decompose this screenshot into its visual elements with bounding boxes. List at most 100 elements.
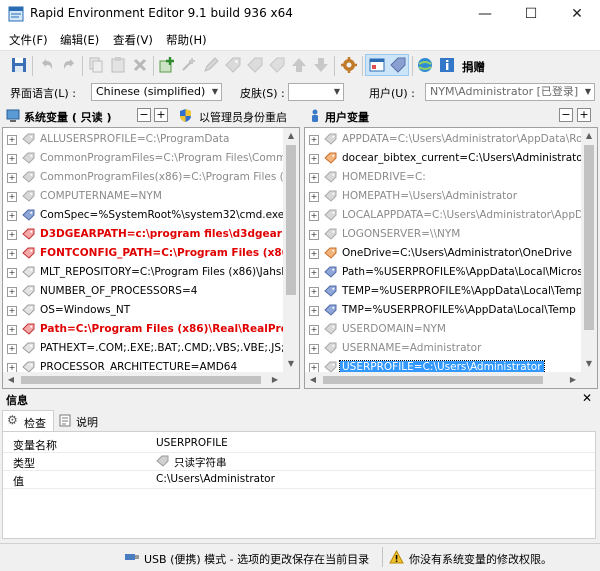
save-icon[interactable] [10, 56, 28, 74]
expand-icon[interactable]: + [7, 287, 17, 297]
expand-icon[interactable]: + [309, 135, 319, 145]
collapse-all-button[interactable]: − [559, 108, 573, 122]
horizontal-scrollbar[interactable]: ◀ ▶ [305, 372, 581, 388]
list-item[interactable]: + USERNAME=Administrator [305, 339, 581, 358]
expand-icon[interactable]: + [7, 306, 17, 316]
horizontal-scrollbar[interactable]: ◀ ▶ [3, 372, 283, 388]
close-button[interactable]: ✕ [554, 0, 600, 28]
tag-icon [22, 342, 35, 354]
expand-icon[interactable]: + [309, 325, 319, 335]
skin-select[interactable]: ▼ [288, 83, 344, 101]
add-value-icon[interactable] [180, 56, 198, 74]
delete-icon[interactable] [131, 56, 149, 74]
list-item[interactable]: + CommonProgramFiles=C:\Program Files\Com… [3, 149, 299, 168]
list-item[interactable]: + COMPUTERNAME=NYM [3, 187, 283, 206]
expand-icon[interactable]: + [7, 230, 17, 240]
expand-icon[interactable]: + [7, 344, 17, 354]
list-item[interactable]: + ALLUSERSPROFILE=C:\ProgramData [3, 130, 283, 149]
add-variable-icon[interactable] [158, 56, 176, 74]
redo-icon[interactable] [60, 56, 78, 74]
variable-text: HOMEPATH=\Users\Administrator [342, 190, 518, 202]
list-item[interactable]: + Path=%USERPROFILE%\AppData\Local\Micros… [305, 263, 597, 282]
list-item[interactable]: + ComSpec=%SystemRoot%\system32\cmd.exe [3, 206, 284, 225]
expand-icon[interactable]: + [7, 325, 17, 335]
menu-view[interactable]: 查看(V) [113, 32, 153, 48]
vertical-scrollbar[interactable]: ▲ ▼ [581, 128, 597, 388]
list-item[interactable]: + TEMP=%USERPROFILE%\AppData\Local\Temp [305, 282, 582, 301]
expand-icon[interactable]: + [7, 249, 17, 259]
tag-icon[interactable] [224, 56, 242, 74]
list-item[interactable]: + TMP=%USERPROFILE%\AppData\Local\Temp [305, 301, 581, 320]
list-item[interactable]: + OneDrive=C:\Users\Administrator\OneDriv… [305, 244, 581, 263]
list-item[interactable]: + NUMBER_OF_PROCESSORS=4 [3, 282, 283, 301]
move-down-icon[interactable] [312, 56, 330, 74]
expand-icon[interactable]: + [309, 249, 319, 259]
user-select[interactable]: NYM\Administrator [已登录] ▼ [425, 83, 595, 101]
paste-icon[interactable] [109, 56, 127, 74]
collapse-all-button[interactable]: − [137, 108, 151, 122]
list-item[interactable]: + D3DGEARPATH=c:\program files\d3dgear [3, 225, 283, 244]
expand-icon[interactable]: + [7, 173, 17, 183]
close-icon[interactable]: ✕ [582, 391, 592, 405]
maximize-button[interactable]: ☐ [508, 0, 554, 28]
tag-remove-icon[interactable] [268, 56, 286, 74]
menu-edit[interactable]: 编辑(E) [60, 32, 99, 48]
expand-icon[interactable]: + [309, 268, 319, 278]
expand-all-button[interactable]: + [154, 108, 168, 122]
scroll-thumb[interactable] [323, 376, 543, 384]
undo-icon[interactable] [38, 56, 56, 74]
expand-icon[interactable]: + [309, 154, 319, 164]
expand-icon[interactable]: + [7, 211, 17, 221]
system-variables-list[interactable]: + ALLUSERSPROFILE=C:\ProgramData + CommonPr… [2, 127, 300, 389]
expand-icon[interactable]: + [309, 344, 319, 354]
scroll-thumb[interactable] [286, 145, 296, 295]
tab-description[interactable]: 说明 [57, 412, 105, 430]
variable-text: PATHEXT=.COM;.EXE;.BAT;.CMD;.VBS;.VBE;.J… [40, 342, 300, 354]
expand-icon[interactable]: + [309, 306, 319, 316]
restart-as-admin-button[interactable]: 以管理员身份重启 [199, 109, 287, 125]
web-check-icon[interactable] [416, 56, 434, 74]
expand-icon[interactable]: + [7, 154, 17, 164]
window-view-icon[interactable] [368, 56, 386, 74]
list-item[interactable]: + FONTCONFIG_PATH=C:\Program Files (x86)\ [3, 244, 298, 263]
list-item[interactable]: + HOMEPATH=\Users\Administrator [305, 187, 581, 206]
language-select[interactable]: Chinese (simplified) ▼ [91, 83, 222, 101]
edit-icon[interactable] [202, 56, 220, 74]
list-item[interactable]: + USERDOMAIN=NYM [305, 320, 581, 339]
list-item[interactable]: + PATHEXT=.COM;.EXE;.BAT;.CMD;.VBS;.VBE;.… [3, 339, 299, 358]
list-item[interactable]: + LOGONSERVER=\\NYM [305, 225, 581, 244]
list-item[interactable]: + CommonProgramFiles(x86)=C:\Program File… [3, 168, 299, 187]
info-icon[interactable] [438, 56, 456, 74]
copy-icon[interactable] [87, 56, 105, 74]
expand-all-button[interactable]: + [577, 108, 591, 122]
language-label: 界面语言(L) : [10, 87, 76, 100]
expand-icon[interactable]: + [7, 192, 17, 202]
list-item[interactable]: + OS=Windows_NT [3, 301, 283, 320]
donate-link[interactable]: 捐赠 [462, 59, 485, 75]
tab-inspect[interactable]: ⚙ 检查 [2, 410, 54, 431]
list-item[interactable]: + LOCALAPPDATA=C:\Users\Administrator\App… [305, 206, 597, 225]
expand-icon[interactable]: + [309, 211, 319, 221]
expand-icon[interactable]: + [7, 135, 17, 145]
list-item[interactable]: + HOMEDRIVE=C: [305, 168, 581, 187]
move-up-icon[interactable] [290, 56, 308, 74]
scroll-thumb[interactable] [584, 145, 594, 330]
menu-file[interactable]: 文件(F) [9, 32, 48, 48]
list-item[interactable]: + MLT_REPOSITORY=C:\Program Files (x86)\J… [3, 263, 299, 282]
expand-icon[interactable]: + [7, 268, 17, 278]
list-item[interactable]: + docear_bibtex_current=C:\Users\Administ… [305, 149, 597, 168]
vertical-scrollbar[interactable]: ▲ ▼ [283, 128, 299, 388]
expand-icon[interactable]: + [309, 287, 319, 297]
settings-icon[interactable] [340, 56, 358, 74]
list-item[interactable]: + Path=C:\Program Files (x86)\Real\RealPr… [3, 320, 299, 339]
expand-icon[interactable]: + [309, 230, 319, 240]
menu-help[interactable]: 帮助(H) [166, 32, 207, 48]
minimize-button[interactable]: — [462, 0, 508, 28]
list-item[interactable]: + APPDATA=C:\Users\Administrator\AppData\… [305, 130, 597, 149]
tags-view-icon[interactable] [389, 56, 407, 74]
expand-icon[interactable]: + [309, 173, 319, 183]
scroll-thumb[interactable] [21, 376, 261, 384]
expand-icon[interactable]: + [309, 192, 319, 202]
tag-copy-icon[interactable] [246, 56, 264, 74]
user-variables-list[interactable]: + APPDATA=C:\Users\Administrator\AppData\… [304, 127, 598, 389]
